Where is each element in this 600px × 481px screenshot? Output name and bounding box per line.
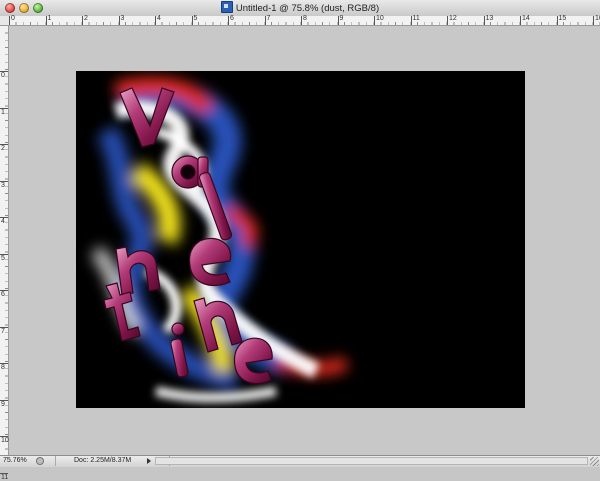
ruler-v-tick: 2 [0,144,8,152]
ruler-v-label: 1 [1,108,5,116]
ruler-v-label: 4 [1,218,5,225]
ruler-h-tick: 10 [374,15,384,25]
ruler-h-label: 15 [558,15,567,22]
document-canvas[interactable] [76,71,525,408]
ruler-v-tick: 11 [0,472,8,481]
window-title-wrap: Untitled-1 @ 75.8% (dust, RGB/8) [0,1,600,16]
canvas-area[interactable] [9,26,600,455]
ruler-v-label: 5 [1,254,5,262]
zoom-level-field[interactable]: 75.76% [3,457,31,465]
ruler-h-label: 0 [11,15,15,22]
ruler-h-tick: 12 [447,15,457,25]
ruler-h-label: 9 [339,15,344,22]
resize-grip-icon[interactable] [590,457,599,466]
ruler-h-tick: 7 [264,15,270,25]
ruler-h-tick: 4 [155,15,161,25]
horizontal-scrollbar[interactable] [155,457,588,465]
ruler-v-tick: 7 [0,326,8,335]
ruler-v-label: 6 [1,291,5,298]
ruler-v-label: 0 [1,72,5,79]
horizontal-ruler[interactable]: 012345678910111213141516 [9,15,600,26]
ruler-h-tick: 1 [45,15,51,25]
ruler-h-tick: 9 [337,15,343,25]
ruler-h-label: 11 [412,15,420,22]
ruler-h-label: 3 [120,15,125,22]
ruler-h-label: 14 [522,15,530,22]
ruler-v-tick: 3 [0,180,8,189]
ruler-h-label: 13 [485,15,494,22]
ruler-v-tick: 4 [0,217,8,225]
ruler-h-label: 16 [595,15,600,22]
ruler-v-label: 11 [1,473,9,481]
ruler-v-label: 10 [1,437,9,444]
ruler-v-label: 2 [1,145,5,152]
ruler-v-tick: 1 [0,107,8,116]
ruler-v-tick: 9 [0,399,8,408]
photoshop-document-icon [220,1,233,13]
artwork-image [90,77,349,403]
ruler-h-label: 10 [376,15,384,22]
ruler-h-label: 7 [266,15,271,22]
vertical-ruler[interactable]: 0 1 2 3 4 5 6 7 8 9 10 11 [0,26,9,481]
ruler-v-label: 9 [1,400,5,408]
ruler-v-tick: 6 [0,290,8,298]
title-bar: Untitled-1 @ 75.8% (dust, RGB/8) [0,0,600,17]
document-size-info[interactable]: Doc: 2.25M/8.37M [55,456,170,466]
ruler-h-tick: 3 [118,15,124,25]
ruler-h-label: 4 [157,15,161,22]
window-title: Untitled-1 @ 75.8% (dust, RGB/8) [235,3,380,14]
ruler-v-label: 7 [1,327,5,335]
status-options-icon[interactable] [36,457,44,465]
ruler-h-tick: 16 [593,15,600,25]
ruler-h-label: 12 [449,15,457,22]
ruler-h-tick: 11 [410,15,420,25]
ruler-v-tick: 8 [0,363,8,371]
ruler-h-tick: 8 [301,15,307,25]
ruler-h-label: 6 [230,15,234,22]
ruler-h-tick: 15 [556,15,566,25]
ruler-h-tick: 13 [483,15,493,25]
ruler-v-tick: 0 [0,71,8,79]
ruler-h-label: 2 [84,15,88,22]
ruler-h-tick: 14 [520,15,530,25]
ruler-h-label: 1 [47,15,52,22]
ruler-v-label: 8 [1,364,5,371]
status-menu-arrow-icon[interactable] [147,458,151,464]
ruler-h-label: 8 [303,15,307,22]
ruler-h-tick: 0 [9,15,15,25]
ruler-h-label: 5 [193,15,198,22]
ruler-h-tick: 5 [191,15,197,25]
ruler-h-tick: 2 [82,15,88,25]
ruler-h-tick: 6 [228,15,234,25]
status-bar: 75.76% Doc: 2.25M/8.37M [0,455,600,467]
letter-i-dot [171,322,185,336]
ruler-v-tick: 5 [0,253,8,262]
ruler-v-label: 3 [1,181,5,189]
ruler-v-tick: 10 [0,436,9,444]
letter-e1 [188,237,232,287]
